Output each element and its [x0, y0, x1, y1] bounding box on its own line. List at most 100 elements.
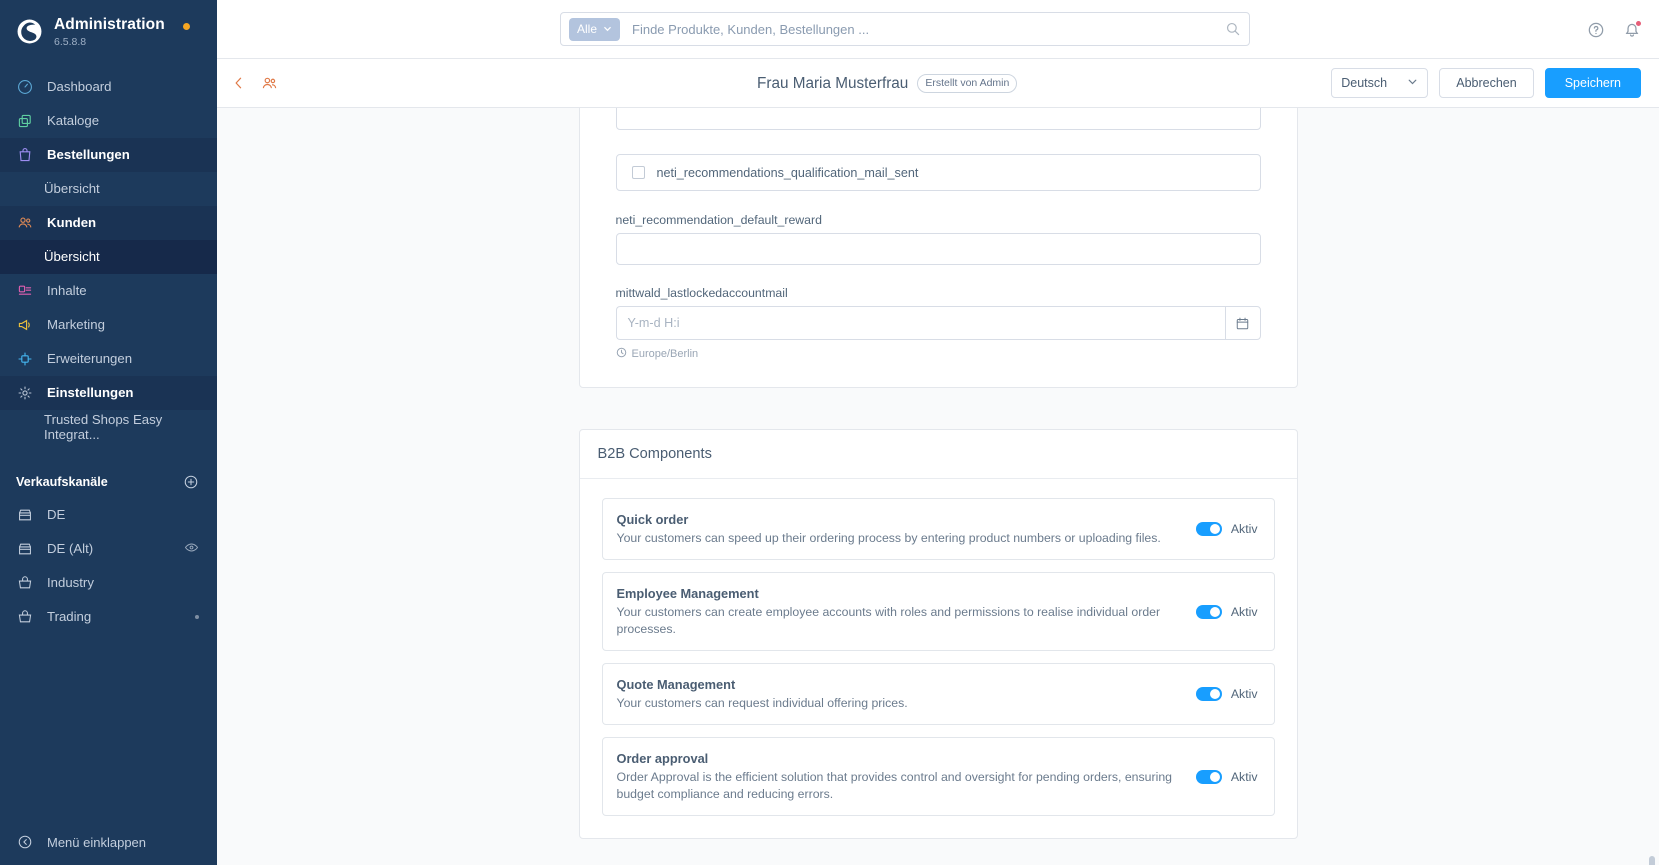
sidebar-item-erweiterungen[interactable]: Erweiterungen: [0, 342, 217, 376]
b2b-component-toggle-label: Aktiv: [1230, 522, 1258, 537]
global-search: Alle: [560, 12, 1250, 46]
b2b-component-text: Quick order Your customers can speed up …: [617, 512, 1196, 546]
chevron-down-icon: [603, 22, 612, 36]
extensions-icon: [16, 350, 33, 367]
sidebar-item-einstellungen[interactable]: Einstellungen: [0, 375, 217, 410]
checkbox-input[interactable]: [631, 166, 645, 179]
b2b-component-toggle[interactable]: [1195, 522, 1222, 537]
sidebar-subitem-trusted-shops[interactable]: Trusted Shops Easy Integrat...: [0, 410, 217, 444]
cancel-button[interactable]: Abbrechen: [1439, 68, 1534, 98]
checkbox-field-label: neti_recommendations_qualification_mail_…: [656, 165, 919, 180]
b2b-component-name: Order approval: [616, 751, 709, 767]
sidebar-item-bestellungen[interactable]: Bestellungen: [0, 137, 217, 172]
sidebar-item-label: Kataloge: [47, 113, 100, 129]
language-select[interactable]: Deutsch: [1331, 68, 1429, 98]
b2b-card-title: B2B Components: [579, 430, 1297, 479]
sales-channel-de[interactable]: DE: [0, 498, 217, 532]
toggle-knob: [1209, 771, 1220, 782]
search-scope-dropdown[interactable]: Alle: [569, 17, 621, 41]
scrollbar-track[interactable]: [1649, 216, 1657, 865]
customers-icon[interactable]: [261, 75, 278, 92]
sidebar-item-label: Marketing: [47, 317, 105, 333]
sidebar-brand[interactable]: Administration 6.5.8.8: [0, 0, 217, 62]
search-icon[interactable]: [1225, 21, 1241, 37]
sidebar-brand-title: Administration: [54, 16, 165, 33]
bell-icon[interactable]: [1623, 19, 1642, 39]
app-root: Administration 6.5.8.8 Dashboard Katalog…: [0, 0, 1659, 865]
sales-channel-industry[interactable]: Industry: [0, 566, 217, 600]
created-by-badge: Erstellt von Admin: [917, 73, 1018, 94]
b2b-component-description: Your customers can create employee accou…: [616, 605, 1161, 636]
sidebar-item-label: Bestellungen: [47, 147, 130, 163]
toggle-knob: [1209, 606, 1220, 617]
sidebar-item-kataloge[interactable]: Kataloge: [0, 104, 217, 138]
collapse-icon: [16, 834, 33, 851]
sales-channel-de-alt[interactable]: DE (Alt): [0, 532, 217, 566]
b2b-component-toggle[interactable]: [1195, 604, 1222, 619]
content-scroll-area[interactable]: neti_recommendations_qualification_mail_…: [217, 108, 1659, 865]
date-field: mittwald_lastlockedaccountmail Y-m-d H:i: [580, 286, 1297, 361]
checkbox-field-box[interactable]: neti_recommendations_qualification_mail_…: [615, 154, 1261, 191]
search-scope-label: Alle: [577, 22, 598, 36]
b2b-component-toggle-label: Aktiv: [1230, 604, 1258, 619]
sales-channel-status-dot: [195, 614, 199, 619]
timezone-hint: Europe/Berlin: [616, 347, 1261, 361]
b2b-component-order-approval: Order approval Order Approval is the eff…: [601, 737, 1275, 817]
plus-circle-icon[interactable]: [183, 474, 199, 490]
topbar: Alle: [217, 0, 1659, 59]
sidebar-item-inhalte[interactable]: Inhalte: [0, 274, 217, 308]
b2b-component-name: Employee Management: [616, 586, 759, 602]
b2b-component-toggle[interactable]: [1195, 769, 1222, 784]
sidebar-subitem-label: Übersicht: [44, 249, 100, 265]
b2b-component-toggle-label: Aktiv: [1230, 769, 1258, 784]
scrollbar-thumb[interactable]: [1649, 856, 1655, 865]
update-available-dot: [183, 23, 190, 30]
sidebar-subitem-label: Trusted Shops Easy Integrat...: [44, 411, 163, 442]
sales-channel-trading[interactable]: Trading: [0, 600, 217, 634]
marketing-icon: [16, 316, 33, 333]
sidebar-subitem-kunden-uebersicht[interactable]: Übersicht: [0, 239, 217, 274]
basket-icon: [16, 608, 33, 625]
b2b-component-quick-order: Quick order Your customers can speed up …: [601, 498, 1275, 561]
sales-channel-label: DE: [47, 507, 66, 523]
sidebar-item-label: Erweiterungen: [47, 351, 133, 367]
reward-field-input[interactable]: [615, 233, 1261, 265]
sales-channel-label: Trading: [47, 609, 92, 625]
b2b-component-employee-management: Employee Management Your customers can c…: [601, 572, 1275, 652]
basket-icon: [16, 574, 33, 591]
page-header-actions: Deutsch Abbrechen Speichern: [1331, 68, 1641, 98]
search-input[interactable]: [632, 21, 1225, 37]
collapse-menu-button[interactable]: Menü einklappen: [0, 819, 217, 865]
b2b-component-name: Quick order: [616, 512, 689, 527]
truncated-field-top: [580, 108, 1297, 130]
chevron-left-icon[interactable]: [231, 75, 247, 91]
content-icon: [16, 282, 33, 299]
sidebar-item-label: Einstellungen: [47, 385, 134, 401]
page-title: Frau Maria Musterfrau: [757, 74, 909, 92]
b2b-component-toggle-group: Aktiv: [1195, 522, 1258, 537]
sidebar-item-dashboard[interactable]: Dashboard: [0, 70, 217, 104]
b2b-component-text: Employee Management Your customers can c…: [617, 586, 1196, 637]
sales-channel-label: DE (Alt): [47, 541, 94, 557]
b2b-component-toggle[interactable]: [1195, 687, 1222, 702]
sidebar-item-marketing[interactable]: Marketing: [0, 308, 217, 342]
date-field-input[interactable]: Y-m-d H:i: [615, 306, 1225, 340]
sales-channels-header: Verkaufskanäle: [0, 460, 217, 498]
sales-channel-label: Industry: [47, 575, 94, 591]
sidebar-brand-version: 6.5.8.8: [54, 35, 87, 48]
save-button[interactable]: Speichern: [1544, 68, 1641, 98]
page-header-left: [231, 75, 278, 92]
b2b-component-description: Your customers can speed up their orderi…: [616, 531, 1161, 545]
sidebar-subitem-label: Übersicht: [44, 181, 100, 197]
help-circle-icon[interactable]: [1587, 21, 1605, 39]
eye-icon[interactable]: [184, 540, 199, 558]
chevron-down-icon: [1407, 76, 1418, 90]
truncated-input[interactable]: [615, 108, 1261, 130]
calendar-icon[interactable]: [1224, 306, 1261, 340]
sidebar-subitem-bestellungen-uebersicht[interactable]: Übersicht: [0, 172, 217, 206]
page-header: Frau Maria Musterfrau Erstellt von Admin…: [217, 59, 1659, 108]
sidebar-item-kunden[interactable]: Kunden: [0, 205, 217, 240]
reward-field-label: neti_recommendation_default_reward: [615, 213, 822, 227]
customers-icon: [16, 214, 33, 231]
b2b-components-card: B2B Components Quick order Your customer…: [578, 429, 1298, 840]
